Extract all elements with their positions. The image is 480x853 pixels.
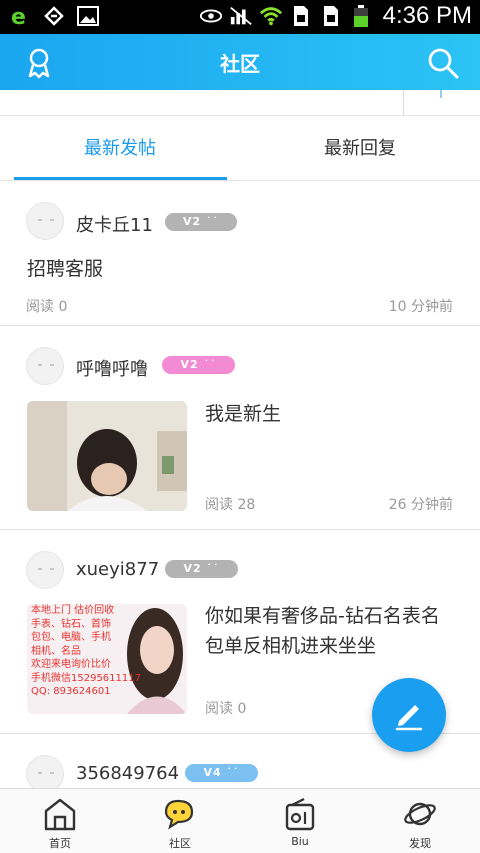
nav-label: Biu	[291, 835, 309, 848]
usb-icon	[42, 4, 66, 28]
image-icon	[76, 4, 100, 28]
sim-card-2-icon	[319, 4, 343, 28]
no-signal-icon	[229, 4, 253, 28]
level-badge: V2 ˙˙	[162, 356, 235, 374]
tab-bar: 最新发帖 最新回复	[0, 117, 480, 181]
post-item[interactable]: 呼噜呼噜 V2 ˙˙ 我是新生 阅读 28 26 分钟前	[0, 327, 480, 530]
nav-label: 发现	[409, 837, 431, 850]
search-icon[interactable]	[426, 46, 460, 80]
ad-text-line: 手表、钻石、首饰	[31, 618, 111, 630]
sim-card-icon	[289, 4, 313, 28]
nav-label: 首页	[49, 837, 71, 850]
level-badge: V4 ˙˙	[185, 764, 258, 782]
nav-community[interactable]: 社区	[120, 789, 240, 853]
status-bar: e 4:36 PM	[0, 0, 480, 34]
status-time: 4:36 PM	[382, 2, 472, 29]
radio-icon	[285, 798, 315, 831]
post-title[interactable]: 你如果有奢侈品-钻石名表名包单反相机进来坐坐	[205, 601, 457, 661]
battery-icon	[349, 4, 373, 28]
home-icon	[44, 798, 76, 831]
nav-biu[interactable]: Biu	[240, 789, 360, 853]
planet-icon	[404, 802, 436, 826]
post-item[interactable]: 皮卡丘11 V2 ˙˙ 招聘客服 阅读 0 10 分钟前	[0, 182, 480, 326]
post-username[interactable]: 356849764	[76, 763, 179, 784]
post-title[interactable]: 我是新生	[205, 399, 281, 429]
avatar[interactable]	[26, 347, 64, 385]
post-username[interactable]: 呼噜呼噜	[76, 355, 148, 381]
ad-text-line: 本地上门 估价回收	[31, 605, 115, 616]
wifi-icon	[259, 4, 283, 28]
post-username[interactable]: 皮卡丘11	[76, 211, 153, 237]
ad-text-line: 包包、电脑、手机	[31, 632, 111, 643]
svg-text:e: e	[11, 5, 26, 27]
ad-text-line: QQ: 893624601	[31, 686, 111, 697]
community-chat-icon	[164, 799, 194, 830]
add-icon-partial[interactable]	[440, 90, 442, 98]
post-time: 10 分钟前	[388, 299, 453, 315]
pencil-icon	[395, 705, 423, 731]
new-post-button[interactable]	[372, 678, 446, 752]
post-title[interactable]: 招聘客服	[27, 254, 103, 284]
read-count: 阅读 0	[205, 701, 247, 717]
tab-indicator	[14, 177, 227, 180]
avatar[interactable]	[26, 551, 64, 589]
ad-text-line: 手机微信15295611117	[31, 672, 141, 684]
nav-discover[interactable]: 发现	[360, 789, 480, 853]
browser-e-icon: e	[8, 4, 32, 28]
level-badge: V2 ˙˙	[165, 560, 238, 578]
post-username[interactable]: xueyi877	[76, 559, 159, 580]
ad-text-line: 欢迎来电询价比价	[31, 659, 111, 670]
partial-banner-row	[0, 90, 480, 116]
nav-home[interactable]: 首页	[0, 789, 120, 853]
tab-latest-replies[interactable]: 最新回复	[240, 117, 480, 181]
bottom-nav: 首页 社区 Biu 发现	[0, 788, 480, 853]
post-time: 26 分钟前	[388, 497, 453, 513]
read-count: 阅读 28	[205, 497, 256, 513]
nav-label: 社区	[169, 837, 191, 850]
post-thumbnail[interactable]	[27, 401, 187, 511]
eye-icon	[199, 4, 223, 28]
post-thumbnail[interactable]: 本地上门 估价回收 手表、钻石、首饰 包包、电脑、手机 相机、名品 欢迎来电询价…	[27, 604, 187, 714]
level-badge: V2 ˙˙	[165, 213, 237, 231]
divider	[403, 90, 404, 116]
app-header: 社区	[0, 34, 480, 90]
tab-latest-posts[interactable]: 最新发帖	[0, 117, 240, 181]
read-count: 阅读 0	[26, 299, 68, 315]
ad-text-line: 相机、名品	[31, 645, 81, 657]
avatar[interactable]	[26, 202, 64, 240]
page-title: 社区	[220, 52, 260, 76]
